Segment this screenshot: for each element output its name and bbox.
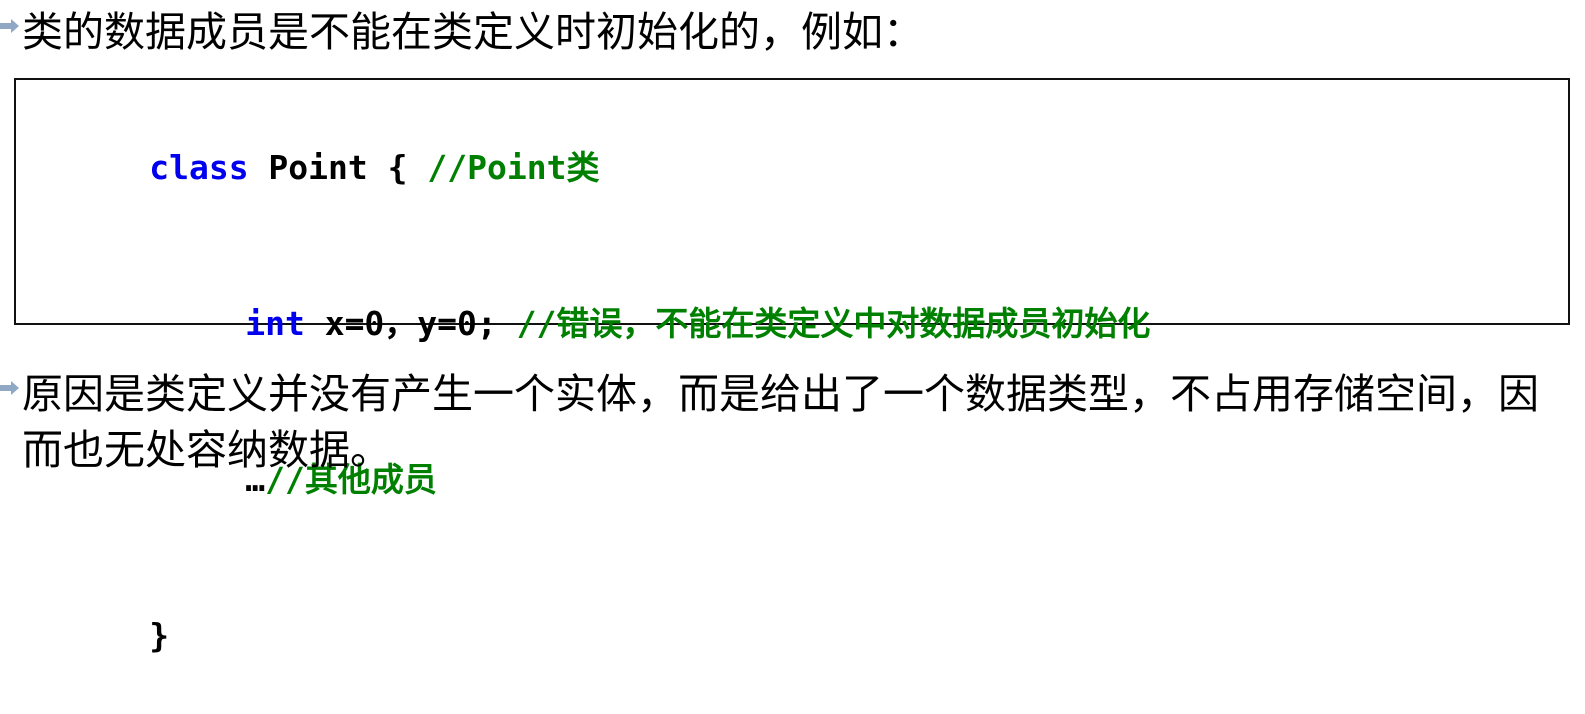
code-token-comment: //Point类	[427, 148, 600, 187]
code-line-1: class Point { //Point类	[30, 90, 1568, 246]
bullet-paragraph-intro: 类的数据成员是不能在类定义时初始化的，例如：	[0, 4, 1574, 60]
code-line-4: }	[30, 558, 1568, 714]
code-token-keyword: class	[149, 148, 249, 187]
arrow-bullet-icon	[0, 4, 22, 48]
intro-text: 类的数据成员是不能在类定义时初始化的，例如：	[22, 9, 924, 55]
code-token-text: }	[149, 616, 170, 655]
code-token-text: Point {	[248, 148, 428, 187]
slide-canvas: 类的数据成员是不能在类定义时初始化的，例如： class Point { //P…	[0, 0, 1585, 655]
arrow-bullet-icon	[0, 366, 22, 410]
bullet-paragraph-reason: 原因是类定义并没有产生一个实体，而是给出了一个数据类型，不占用存储空间，因而也无…	[0, 366, 1559, 478]
code-token-keyword: int	[245, 304, 305, 343]
code-example-box: class Point { //Point类 int x=0，y=0; //错误…	[14, 78, 1570, 655]
code-token-comment: //错误，不能在类定义中对数据成员初始化	[516, 304, 1151, 343]
reason-text: 原因是类定义并没有产生一个实体，而是给出了一个数据类型，不占用存储空间，因而也无…	[22, 371, 1539, 473]
code-token-text: x=0，y=0;	[304, 304, 517, 343]
